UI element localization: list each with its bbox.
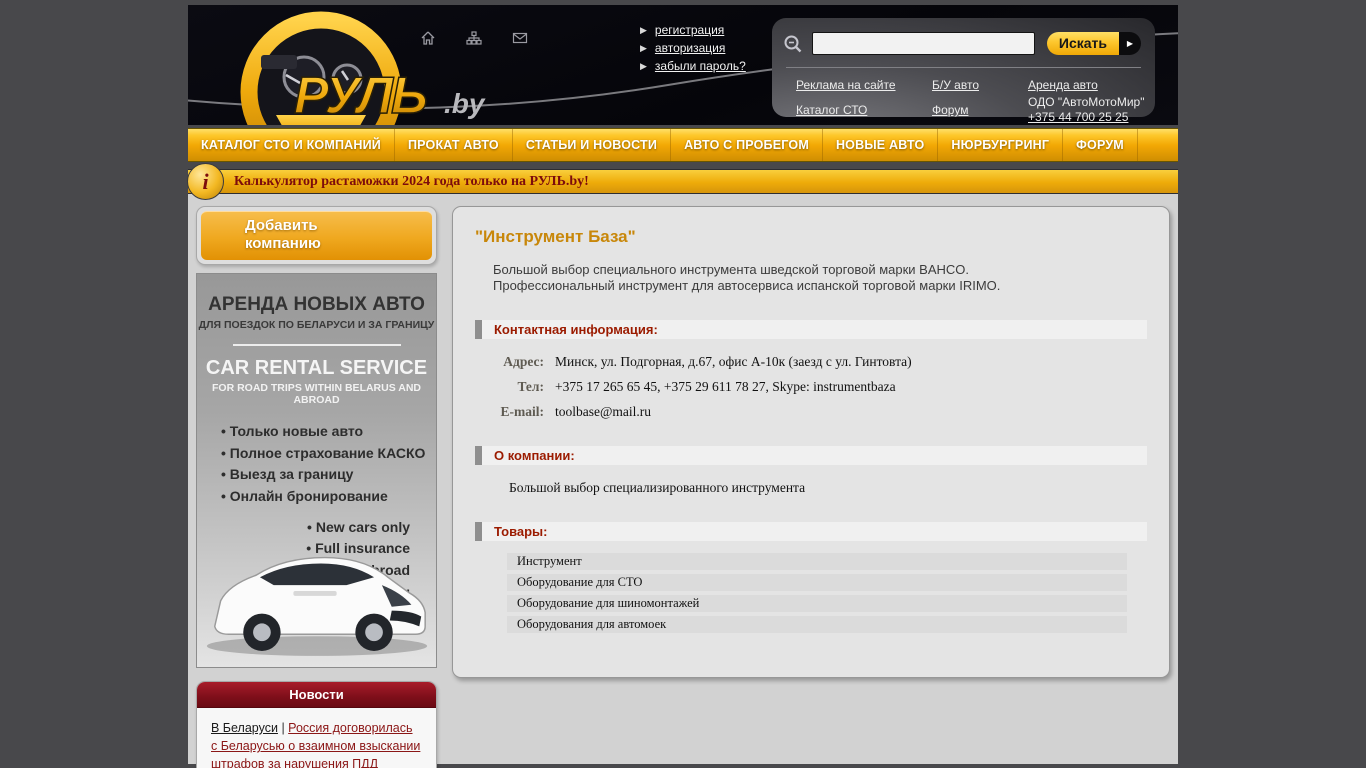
ad-bullet: Онлайн бронирование [221,486,436,508]
ad-bullet: Полное страхование КАСКО [221,443,436,465]
contact-table: Адрес: Минск, ул. Подгорная, д.67, офис … [475,354,1147,420]
auth-link-row: ▶ авторизация [640,41,746,55]
arrow-bullet-icon: ▶ [640,43,647,54]
contact-value: toolbase@mail.ru [555,404,651,420]
company-phone-link[interactable]: +375 44 700 25 25 [1028,110,1155,125]
page: РУЛЬ .by ▶ регистрация ▶ авторизация ▶ з… [188,5,1178,764]
magnifier-icon [782,33,804,55]
add-company-line1: Добавить [245,217,432,235]
info-icon: i [187,163,224,200]
quick-links: Реклама на сайте Б/У авто Аренда авто Ка… [772,68,1155,125]
goods-row: Инструмент [507,553,1127,570]
goods-row: Оборудование для шиномонтажей [507,595,1127,612]
news-panel: Новости В Беларуси | Россия договорилась… [196,681,437,768]
search-button-label: Искать [1047,32,1119,55]
add-company-container: Добавить компанию [196,206,437,265]
contact-label: Адрес: [475,354,555,370]
ad-bullet: Выезд за границу [221,464,436,486]
sidebar: Добавить компанию АРЕНДА НОВЫХ АВТО ДЛЯ … [196,206,437,764]
contact-row-phone: Тел: +375 17 265 65 45, +375 29 611 78 2… [475,379,1147,395]
about-text: Большой выбор специализированного инстру… [509,480,1147,496]
add-company-line2: компанию [245,235,432,253]
sto-catalog-link[interactable]: Каталог СТО [796,103,867,117]
search-row: Искать ▶ [772,18,1155,55]
car-rental-ad-banner[interactable]: АРЕНДА НОВЫХ АВТО ДЛЯ ПОЕЗДОК ПО БЕЛАРУС… [196,273,437,668]
logo-brand-text: РУЛЬ [294,67,426,125]
news-separator: | [281,721,284,735]
contact-section-header: Контактная информация: [475,320,1147,339]
used-cars-link[interactable]: Б/У авто [932,78,979,92]
ad-title-ru: АРЕНДА НОВЫХ АВТО [197,294,436,316]
ad-bullet: Только новые авто [221,421,436,443]
ad-divider [233,344,401,346]
news-header: Новости [197,682,436,708]
white-car-image [199,515,435,665]
ad-subtitle-en: FOR ROAD TRIPS WITHIN BELARUS AND ABROAD [197,382,436,406]
auth-link-row: ▶ забыли пароль? [640,59,746,73]
search-input[interactable] [812,32,1035,55]
registration-link[interactable]: регистрация [655,23,724,37]
car-rental-link[interactable]: Аренда авто [1028,78,1098,92]
site-logo[interactable]: РУЛЬ .by [216,7,516,125]
promo-banner[interactable]: i Калькулятор растаможки 2024 года тольк… [188,169,1178,194]
main-navigation: КАТАЛОГ СТО И КОМПАНИЙ ПРОКАТ АВТО СТАТЬ… [188,128,1178,162]
search-button[interactable]: Искать ▶ [1047,32,1141,55]
nav-item-used-cars[interactable]: АВТО С ПРОБЕГОМ [671,129,823,161]
goods-section-header: Товары: [475,522,1147,541]
nav-item-rental[interactable]: ПРОКАТ АВТО [395,129,513,161]
nav-item-nurburgring[interactable]: НЮРБУРГРИНГ [938,129,1063,161]
home-icon[interactable] [420,30,436,46]
nav-item-articles[interactable]: СТАТЬИ И НОВОСТИ [513,129,671,161]
auth-links: ▶ регистрация ▶ авторизация ▶ забыли пар… [640,23,746,77]
site-header: РУЛЬ .by ▶ регистрация ▶ авторизация ▶ з… [188,5,1178,125]
news-category-link[interactable]: В Беларуси [211,721,278,735]
contact-label: E-mail: [475,404,555,420]
about-section-header: О компании: [475,446,1147,465]
ad-bullets-ru: Только новые авто Полное страхование КАС… [221,421,436,508]
company-name: ОДО "АвтоМотоМир" [1028,95,1144,109]
search-panel: Искать ▶ Реклама на сайте Б/У авто Аренд… [772,18,1155,117]
forgot-password-link[interactable]: забыли пароль? [655,59,746,73]
nav-item-forum[interactable]: ФОРУМ [1063,129,1138,161]
promo-banner-text: Калькулятор растаможки 2024 года только … [234,170,1178,194]
header-shortcut-icons [420,30,530,46]
arrow-bullet-icon: ▶ [640,25,647,36]
news-item: В Беларуси | Россия договорилась с Белар… [197,708,436,768]
auth-link-row: ▶ регистрация [640,23,746,37]
contact-value: +375 17 265 65 45, +375 29 611 78 27, Sk… [555,379,896,395]
company-description: Большой выбор специального инструмента ш… [493,262,1071,295]
goods-list: Инструмент Оборудование для СТО Оборудов… [507,553,1127,633]
company-profile-panel: "Инструмент База" Большой выбор специаль… [452,206,1170,678]
logo-tld-text: .by [444,88,486,119]
arrow-bullet-icon: ▶ [640,61,647,72]
contact-label: Тел: [475,379,555,395]
nav-item-new-cars[interactable]: НОВЫЕ АВТО [823,129,938,161]
goods-row: Оборудование для СТО [507,574,1127,591]
forum-link[interactable]: Форум [932,103,968,117]
company-contact: ОДО "АвтоМотоМир" +375 44 700 25 25 [1028,95,1155,125]
contact-value: Минск, ул. Подгорная, д.67, офис А-10к (… [555,354,912,370]
content-area: Добавить компанию АРЕНДА НОВЫХ АВТО ДЛЯ … [188,194,1178,764]
authorization-link[interactable]: авторизация [655,41,725,55]
contact-row-address: Адрес: Минск, ул. Подгорная, д.67, офис … [475,354,1147,370]
contact-row-email: E-mail: toolbase@mail.ru [475,404,1147,420]
company-title: "Инструмент База" [475,227,1147,247]
goods-row: Оборудования для автомоек [507,616,1127,633]
add-company-button[interactable]: Добавить компанию [201,211,432,260]
search-button-arrow-icon: ▶ [1119,32,1141,55]
ad-subtitle-ru: ДЛЯ ПОЕЗДОК ПО БЕЛАРУСИ И ЗА ГРАНИЦУ [197,319,436,331]
mail-icon[interactable] [512,30,528,46]
ad-title-en: CAR RENTAL SERVICE [197,357,436,380]
nav-item-catalog[interactable]: КАТАЛОГ СТО И КОМПАНИЙ [188,129,395,161]
advertising-link[interactable]: Реклама на сайте [796,78,896,92]
sitemap-icon[interactable] [466,30,482,46]
